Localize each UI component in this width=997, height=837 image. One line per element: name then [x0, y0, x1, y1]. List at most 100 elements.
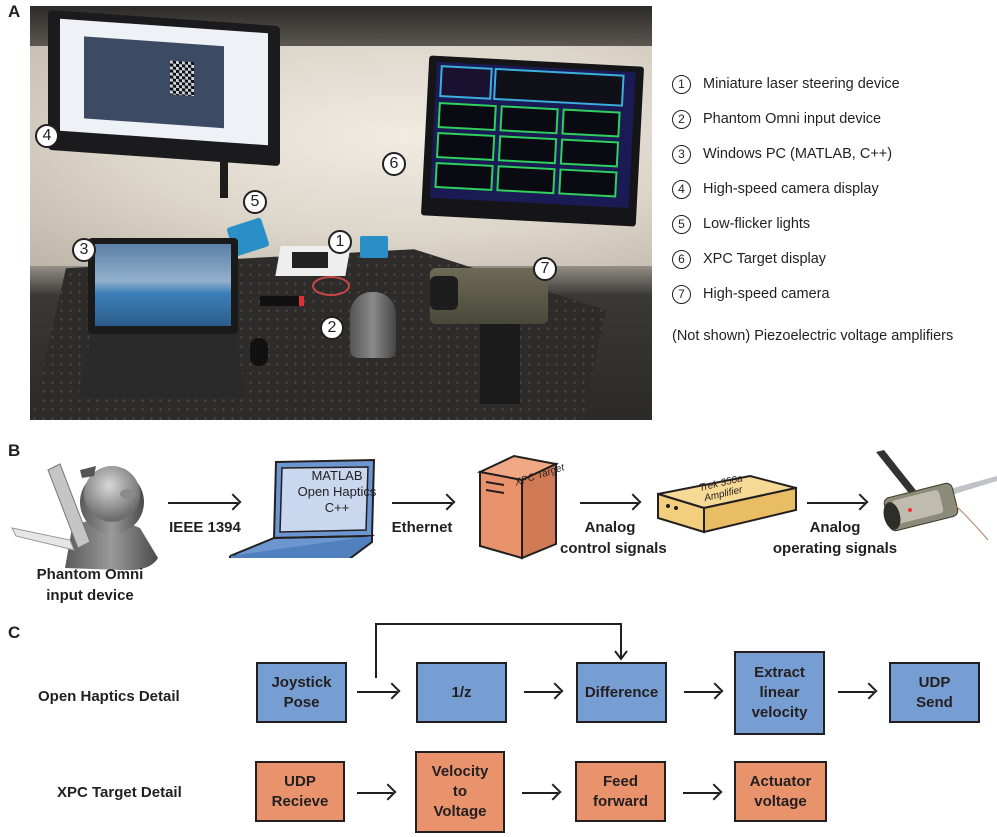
callout-2: 2: [320, 316, 344, 340]
computer-mouse: [250, 338, 268, 366]
xpc-scope-cell: [558, 168, 618, 198]
panel-label-a: A: [8, 2, 21, 21]
legend-number: 5: [672, 214, 691, 234]
block-udp-receive: UDP Recieve: [255, 761, 345, 822]
arrow-right-icon: [684, 691, 720, 693]
camera-tripod: [480, 324, 520, 404]
block-udp-send: UDP Send: [889, 662, 980, 723]
arrow-right-icon: [838, 691, 874, 693]
panel-label-c: C: [8, 623, 21, 642]
block-extract-linear-velocity: Extract linear velocity: [734, 651, 825, 735]
row-label-open-haptics: Open Haptics Detail: [38, 688, 180, 705]
callout-6: 6: [382, 152, 406, 176]
link-ethernet: Ethernet: [391, 519, 453, 536]
block-text: Voltage: [433, 803, 487, 820]
block-text: to: [452, 783, 468, 800]
legend-item: 7 High-speed camera: [672, 282, 830, 306]
legend-item: 5 Low-flicker lights: [672, 212, 810, 236]
legend-label: Low-flicker lights: [703, 216, 811, 232]
legend-number: 7: [672, 284, 691, 304]
block-text: voltage: [754, 792, 807, 810]
bypass-connector: [375, 623, 628, 678]
block-actuator-voltage: Actuator voltage: [734, 761, 827, 822]
legend-item: 4 High-speed camera display: [672, 177, 879, 201]
laser-steering-device: [292, 252, 328, 268]
legend-item: 2 Phantom Omni input device: [672, 107, 881, 131]
xpc-scope-cell: [559, 138, 620, 168]
block-text: Recieve: [271, 792, 329, 810]
xpc-scope-cell: [499, 105, 559, 135]
block-text: forward: [592, 792, 648, 810]
callout-3: 3: [72, 238, 96, 262]
arrow-right-icon: [524, 691, 560, 693]
arrow-right-icon: [580, 502, 638, 504]
callout-5: 5: [243, 190, 267, 214]
block-text: velocity: [751, 704, 808, 721]
laser-steering-device-image: [876, 450, 997, 541]
callout-7: 7: [533, 257, 557, 281]
callout-4: 4: [35, 124, 59, 148]
arrow-right-icon: [357, 691, 397, 693]
link-analog-control-line2: control signals: [560, 540, 667, 557]
low-flicker-light-2: [360, 236, 388, 258]
xpc-scope-cell: [561, 108, 621, 138]
camera-lens: [430, 276, 458, 310]
xpc-scope-cell: [497, 135, 558, 165]
xpc-target-monitor: [420, 55, 645, 227]
legend-label: High-speed camera display: [703, 181, 879, 197]
legend-number: 3: [672, 144, 691, 164]
arrow-right-icon: [683, 792, 719, 794]
legend-not-shown: (Not shown) Piezoelectric voltage amplif…: [672, 328, 954, 344]
row-label-xpc-target: XPC Target Detail: [57, 784, 182, 801]
laser-source: [260, 296, 304, 306]
laser-fiber-coil: [312, 276, 350, 296]
legend-label: Windows PC (MATLAB, C++): [703, 146, 893, 162]
block-feed-forward: Feed forward: [575, 761, 666, 822]
block-text: Extract: [754, 664, 805, 681]
laptop-screen-line: MATLAB: [311, 468, 363, 483]
xpc-scope-cell: [437, 102, 497, 132]
xpc-scope-cell: [435, 132, 496, 162]
legend-label: Miniature laser steering device: [703, 76, 900, 92]
arrow-right-icon: [522, 792, 558, 794]
block-text: UDP: [284, 772, 316, 790]
block-text: Feed: [602, 772, 638, 790]
legend-item: 3 Windows PC (MATLAB, C++): [672, 142, 892, 166]
legend-number: 2: [672, 109, 691, 129]
block-joystick-pose: Joystick Pose: [256, 662, 347, 723]
block-text: Velocity: [431, 763, 489, 780]
laptop-screen-text: MATLAB Open Haptics C++: [278, 468, 396, 516]
callout-1: 1: [328, 230, 352, 254]
legend-item: 1 Miniature laser steering device: [672, 72, 900, 96]
block-text: Send: [916, 693, 953, 711]
phantom-omni-label-line1: Phantom Omni: [36, 566, 144, 583]
legend-label: Phantom Omni input device: [703, 111, 882, 127]
block-text: Difference: [584, 683, 659, 701]
legend-number: 6: [672, 249, 691, 269]
legend-label: XPC Target display: [703, 251, 827, 267]
monitor-stand: [220, 156, 228, 198]
xpc-scope-cell: [496, 165, 556, 195]
phantom-omni-device: [350, 292, 396, 358]
block-velocity-to-voltage: Velocity to Voltage: [415, 751, 505, 833]
legend-label: High-speed camera: [703, 286, 830, 302]
block-text: 1/z: [451, 683, 472, 701]
laptop-screen-line: Open Haptics: [297, 484, 377, 499]
xpc-scope-cell: [434, 161, 494, 191]
laptop-screen-line: C++: [324, 500, 350, 515]
arrow-right-icon: [392, 502, 452, 504]
block-text: Pose: [283, 693, 320, 711]
legend-item: 6 XPC Target display: [672, 247, 826, 271]
legend-number: 1: [672, 74, 691, 94]
block-text: Actuator: [749, 772, 812, 790]
legend-number: 4: [672, 179, 691, 199]
windows-laptop: [78, 238, 244, 398]
block-text: linear: [759, 684, 800, 701]
high-speed-camera-monitor: [48, 9, 280, 167]
phantom-omni-image: [11, 463, 158, 570]
link-analog-control-line1: Analog: [584, 519, 636, 536]
arrow-right-icon: [807, 502, 865, 504]
lab-setup-photo: 1 2 3 4 5 6 7: [30, 6, 652, 420]
block-text: UDP: [918, 673, 951, 691]
phantom-omni-label-line2: input device: [46, 587, 134, 604]
